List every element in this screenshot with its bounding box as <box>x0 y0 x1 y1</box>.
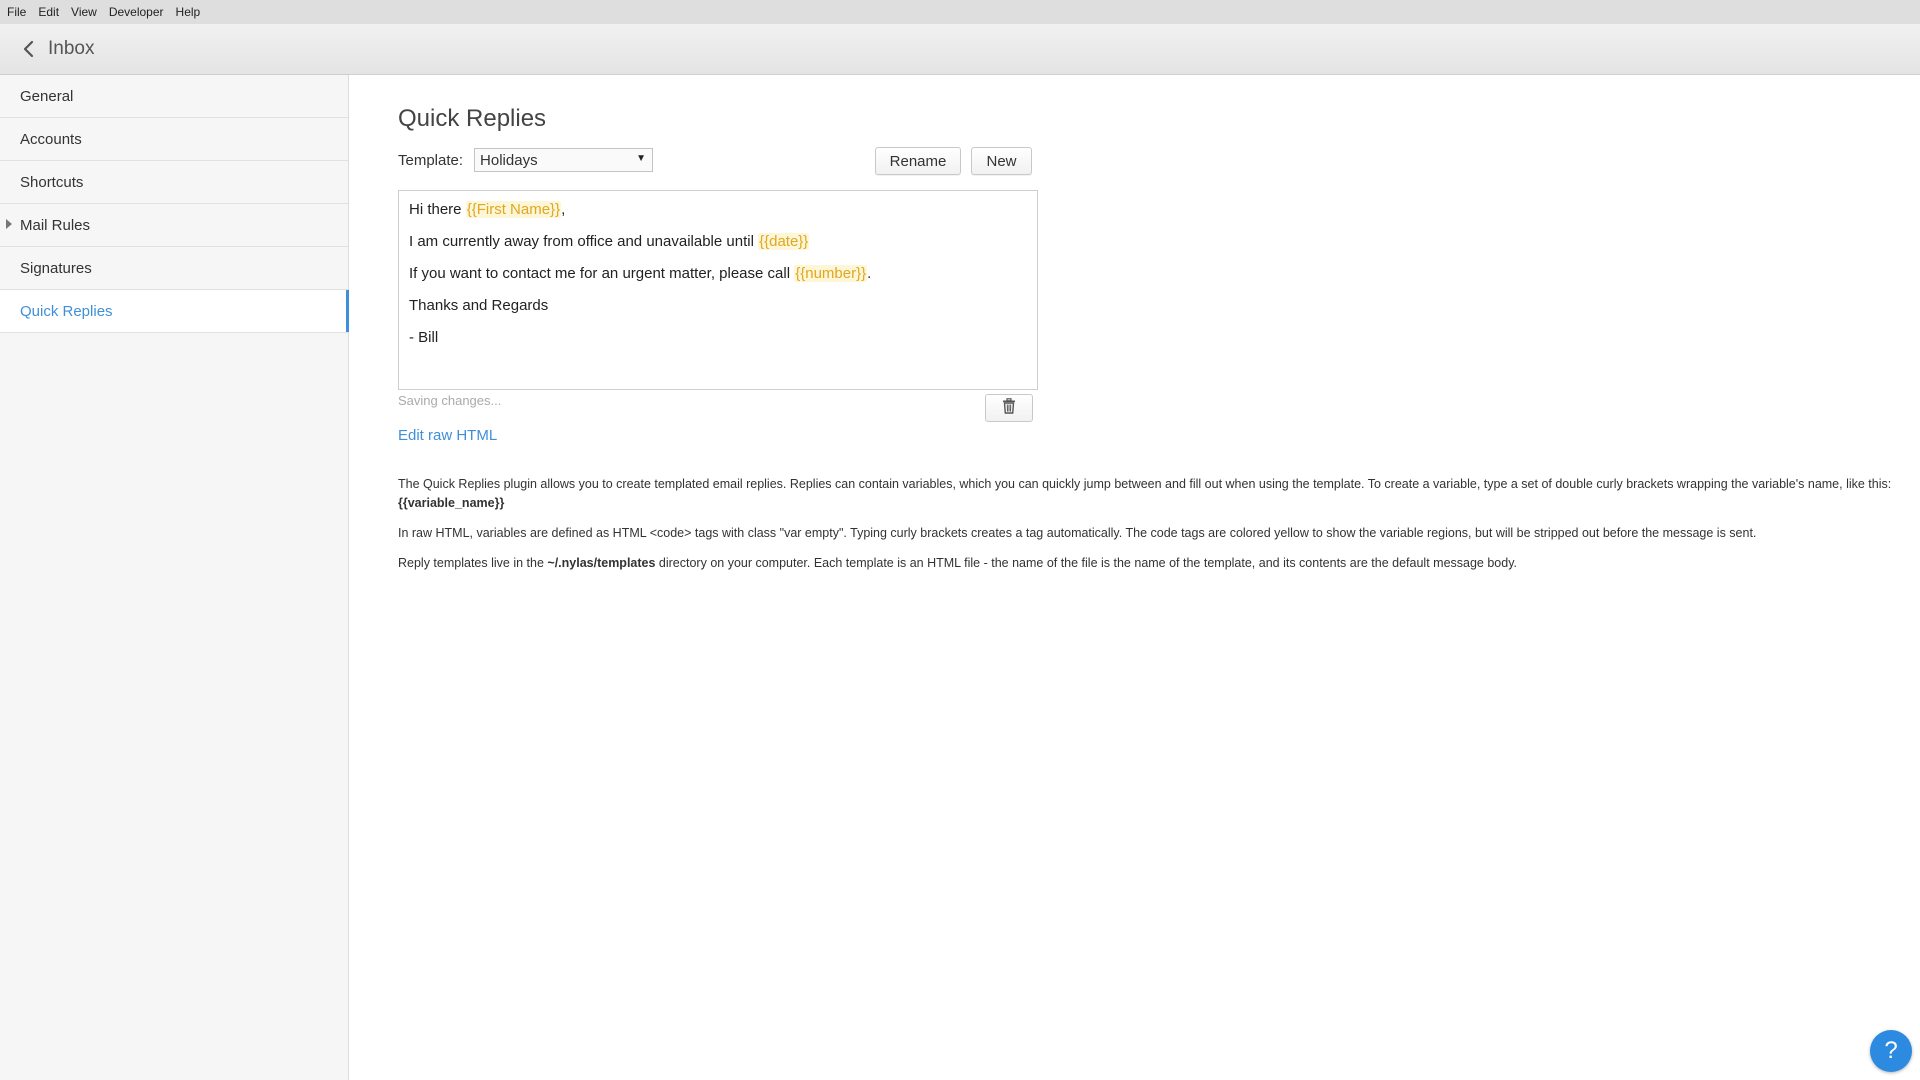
template-selected-value: Holidays <box>480 151 538 169</box>
variable-token[interactable]: {{First Name}} <box>465 201 562 218</box>
help-bold-example: {{variable_name}} <box>398 496 505 510</box>
back-button[interactable]: Inbox <box>22 29 94 69</box>
menu-developer[interactable]: Developer <box>102 0 169 24</box>
help-button[interactable]: ? <box>1870 1030 1912 1072</box>
sidebar-item-label: General <box>20 87 74 105</box>
editor-line: If you want to contact me for an urgent … <box>409 263 1027 295</box>
editor-text: - Bill <box>409 329 439 346</box>
template-label: Template: <box>398 151 464 169</box>
triangle-right-icon[interactable] <box>6 219 12 229</box>
menu-edit[interactable]: Edit <box>31 0 64 24</box>
editor-line: I am currently away from office and unav… <box>409 231 1027 263</box>
editor-text: If you want to contact me for an urgent … <box>409 265 795 282</box>
template-row: Template: Holidays ▼ <box>398 148 654 172</box>
menu-help[interactable]: Help <box>169 0 206 24</box>
help-text-segment: directory on your computer. Each templat… <box>655 556 1518 570</box>
editor-line: Thanks and Regards <box>409 295 1027 327</box>
help-text-segment: The Quick Replies plugin allows you to c… <box>398 477 1892 491</box>
help-paragraph: In raw HTML, variables are defined as HT… <box>398 524 1898 543</box>
sidebar-item-label: Signatures <box>20 259 92 277</box>
sidebar-item-accounts[interactable]: Accounts <box>0 118 348 161</box>
editor-text: Hi there <box>409 201 466 218</box>
edit-raw-html-link[interactable]: Edit raw HTML <box>398 427 497 444</box>
delete-template-button[interactable] <box>985 394 1033 422</box>
help-paragraph: Reply templates live in the ~/.nylas/tem… <box>398 554 1898 573</box>
sidebar-item-label: Shortcuts <box>20 173 84 191</box>
editor-text: , <box>561 201 566 218</box>
menu-file[interactable]: File <box>0 0 31 24</box>
sidebar: General Accounts Shortcuts Mail Rules Si… <box>0 75 349 1080</box>
sidebar-item-mail-rules[interactable]: Mail Rules <box>0 204 348 247</box>
template-editor[interactable]: Hi there {{First Name}}, I am currently … <box>398 190 1038 390</box>
back-label: Inbox <box>48 38 95 59</box>
sidebar-item-label: Accounts <box>20 130 82 148</box>
caret-down-icon: ▼ <box>636 153 647 164</box>
rename-button[interactable]: Rename <box>875 147 961 175</box>
help-paragraph: The Quick Replies plugin allows you to c… <box>398 475 1898 513</box>
chevron-left-icon <box>22 40 34 58</box>
menu-bar: File Edit View Developer Help <box>0 0 1920 24</box>
new-button[interactable]: New <box>971 147 1032 175</box>
editor-line: Hi there {{First Name}}, <box>409 199 1027 231</box>
menu-view[interactable]: View <box>64 0 102 24</box>
sidebar-item-label: Quick Replies <box>20 302 113 320</box>
editor-line: - Bill <box>409 327 1027 359</box>
main-panel: Quick Replies Template: Holidays ▼ Renam… <box>350 75 1920 1080</box>
help-text-segment: Reply templates live in the <box>398 556 548 570</box>
saving-status: Saving changes... <box>398 393 502 408</box>
editor-text: Thanks and Regards <box>409 297 549 314</box>
sidebar-item-quick-replies[interactable]: Quick Replies <box>0 290 349 333</box>
sidebar-item-shortcuts[interactable]: Shortcuts <box>0 161 348 204</box>
help-text: The Quick Replies plugin allows you to c… <box>398 475 1898 584</box>
sidebar-item-signatures[interactable]: Signatures <box>0 247 348 290</box>
help-text-segment: In raw HTML, variables are defined as HT… <box>398 526 1757 540</box>
trash-icon <box>1002 397 1016 419</box>
template-select[interactable]: Holidays ▼ <box>474 148 654 172</box>
variable-token[interactable]: {{date}} <box>758 233 810 250</box>
sidebar-item-label: Mail Rules <box>20 216 91 234</box>
help-bold-path: ~/.nylas/templates <box>547 556 656 570</box>
sidebar-item-general[interactable]: General <box>0 75 348 118</box>
page-title: Quick Replies <box>398 105 547 132</box>
editor-text: . <box>867 265 872 282</box>
toolbar: Inbox <box>0 24 1920 75</box>
variable-token[interactable]: {{number}} <box>794 265 868 282</box>
editor-text: I am currently away from office and unav… <box>409 233 759 250</box>
